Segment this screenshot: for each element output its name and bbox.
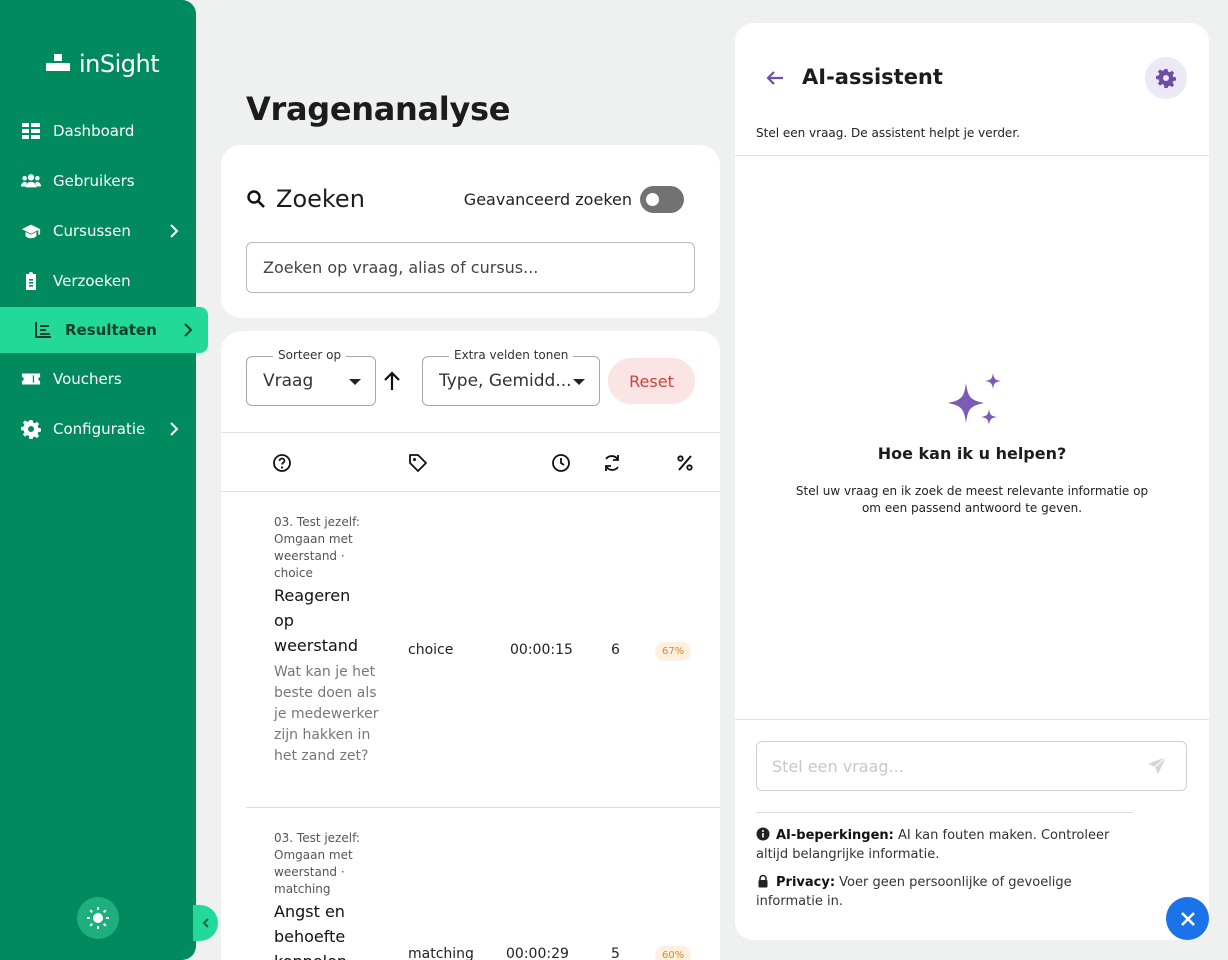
advanced-search-toggle[interactable]	[640, 186, 684, 213]
row-attempts: 5	[611, 946, 620, 960]
chart-icon	[32, 319, 54, 341]
ai-panel-subtitle: Stel een vraag. De assistent helpt je ve…	[756, 126, 1020, 140]
lock-icon	[758, 874, 768, 888]
graduation-cap-icon	[20, 220, 42, 242]
sun-icon	[87, 907, 109, 929]
row-question-description: Wat kan je het beste doen als je medewer…	[274, 664, 379, 764]
row-score-badge: 67%	[655, 642, 692, 661]
ai-help-text: Stel uw vraag en ik zoek de meest releva…	[795, 484, 1149, 515]
row-average-time: 00:00:29	[506, 946, 569, 960]
sort-select-value: Vraag	[263, 371, 314, 391]
sidebar-item-label: Configuratie	[53, 420, 146, 438]
percent-icon[interactable]	[675, 453, 695, 473]
results-table-card: Sorteer op Vraag Extra velden tonen Type…	[221, 331, 720, 960]
sidebar-item-requests[interactable]: Verzoeken	[0, 256, 208, 306]
chevron-right-icon	[170, 224, 179, 238]
gear-icon	[1156, 69, 1176, 88]
sort-select-label: Sorteer op	[273, 348, 347, 362]
chevron-left-icon	[202, 918, 209, 928]
table-header	[221, 432, 720, 492]
page-title: Vragenanalyse	[246, 90, 511, 128]
row-attempts: 6	[611, 642, 620, 658]
dashboard-icon	[20, 120, 42, 142]
search-heading: Zoeken	[246, 185, 365, 213]
clipboard-icon	[20, 270, 42, 292]
row-question-title: Reageren op weerstand	[274, 586, 359, 655]
sidebar-item-courses[interactable]: Cursussen	[0, 206, 208, 256]
row-type: matching	[408, 946, 474, 960]
brand-name: inSight	[79, 50, 160, 78]
chevron-right-icon	[184, 323, 193, 337]
theme-toggle-button[interactable]	[77, 897, 119, 939]
row-average-time: 00:00:15	[510, 642, 573, 658]
reset-button[interactable]: Reset	[608, 358, 695, 404]
advanced-search-control: Geavanceerd zoeken	[464, 186, 684, 213]
search-title: Zoeken	[276, 185, 365, 213]
sidebar-item-vouchers[interactable]: Vouchers	[0, 354, 208, 404]
divider	[735, 155, 1209, 156]
extra-fields-select[interactable]: Extra velden tonen Type, Gemidd...	[422, 348, 600, 406]
sidebar-item-label: Resultaten	[65, 321, 157, 339]
sidebar-item-users[interactable]: Gebruikers	[0, 156, 208, 206]
sort-select[interactable]: Sorteer op Vraag	[246, 348, 376, 406]
row-course-crumb: 03. Test jezelf: Omgaan met weerstand · …	[274, 831, 360, 896]
sidebar: inSight Dashboard Gebruikers Cursussen V…	[0, 0, 208, 960]
arrow-left-icon[interactable]	[765, 68, 785, 88]
caret-down-icon	[349, 379, 361, 385]
row-course-crumb: 03. Test jezelf: Omgaan met weerstand · …	[274, 515, 360, 580]
tag-icon[interactable]	[408, 453, 428, 473]
row-question-title: Angst en behoefte koppelen	[274, 902, 347, 960]
search-card: Zoeken Geavanceerd zoeken	[221, 145, 720, 318]
extra-fields-value: Type, Gemidd...	[439, 371, 572, 391]
info-icon	[756, 827, 770, 841]
row-type: choice	[408, 642, 454, 658]
divider	[756, 812, 1133, 813]
gear-icon	[20, 418, 42, 440]
table-row[interactable]: 03. Test jezelf: Omgaan met weerstand · …	[246, 492, 720, 808]
extra-fields-label: Extra velden tonen	[449, 348, 574, 362]
privacy-label: Privacy:	[776, 875, 836, 890]
close-icon	[1180, 911, 1195, 926]
privacy-note: Privacy: Voer geen persoonlijke of gevoe…	[756, 873, 1136, 911]
question-circle-icon[interactable]	[272, 453, 292, 473]
sidebar-item-label: Vouchers	[53, 370, 122, 388]
clock-icon[interactable]	[551, 453, 571, 473]
sparkles-icon	[948, 373, 1001, 425]
collapse-sidebar-button[interactable]	[193, 905, 218, 941]
ai-limitations-note: AI-beperkingen: AI kan fouten maken. Con…	[756, 826, 1136, 864]
ai-limitations-label: AI-beperkingen:	[776, 828, 894, 843]
send-icon[interactable]	[1147, 756, 1167, 776]
sidebar-item-label: Cursussen	[53, 222, 131, 240]
sidebar-item-label: Verzoeken	[53, 272, 131, 290]
row-score-badge: 60%	[655, 946, 692, 960]
sort-direction-arrow-up-icon[interactable]	[383, 371, 401, 391]
ai-help-title: Hoe kan ik u helpen?	[877, 444, 1067, 463]
logo-icon	[46, 54, 70, 71]
search-icon	[247, 190, 265, 208]
divider	[735, 719, 1209, 720]
close-assistant-button[interactable]	[1166, 897, 1209, 940]
sidebar-item-results[interactable]: Resultaten	[0, 307, 208, 353]
sidebar-item-label: Dashboard	[53, 122, 135, 140]
ai-settings-button[interactable]	[1145, 57, 1187, 99]
refresh-icon[interactable]	[602, 453, 622, 473]
sidebar-item-configuration[interactable]: Configuratie	[0, 404, 208, 454]
sidebar-item-label: Gebruikers	[53, 172, 135, 190]
sidebar-nav: Dashboard Gebruikers Cursussen Verzoeken…	[0, 106, 208, 454]
users-icon	[20, 170, 42, 192]
ai-question-input[interactable]	[756, 741, 1187, 791]
ticket-icon	[20, 368, 42, 390]
sidebar-item-dashboard[interactable]: Dashboard	[0, 106, 208, 156]
ai-panel-title: AI-assistent	[802, 65, 943, 89]
table-row[interactable]: 03. Test jezelf: Omgaan met weerstand · …	[246, 808, 720, 960]
brand-logo[interactable]: inSight	[45, 50, 160, 78]
caret-down-icon	[573, 379, 585, 385]
chevron-right-icon	[170, 422, 179, 436]
advanced-search-label: Geavanceerd zoeken	[463, 190, 632, 209]
search-input[interactable]	[246, 242, 695, 293]
ai-assistant-panel: AI-assistent Stel een vraag. De assisten…	[735, 23, 1209, 940]
